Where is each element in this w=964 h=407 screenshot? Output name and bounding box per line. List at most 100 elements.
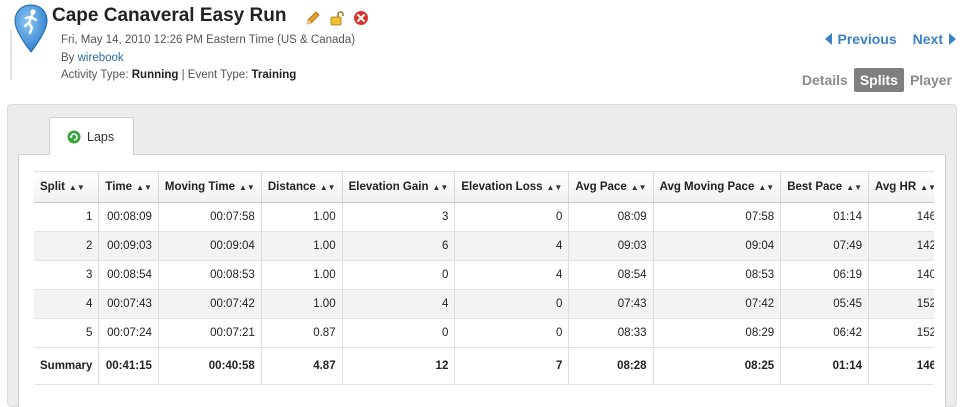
- table-row: 1 00:08:09 00:07:58 1.00 3 0 08:09 07:58 01:14 14…: [34, 202, 934, 232]
- table-row: 3 00:08:54 00:08:53 1.00 0 4 08:54 08:53 06:19 14…: [34, 260, 934, 290]
- table-cell: 0: [454, 289, 570, 319]
- runner-map-pin-icon: [14, 4, 48, 53]
- close-icon[interactable]: [353, 10, 369, 26]
- sort-arrows-icon: ▲▼: [238, 183, 255, 192]
- column-header[interactable]: Elevation Gain ▲▼: [342, 171, 456, 203]
- column-header-label: Avg HR: [875, 181, 917, 193]
- lock-icon[interactable]: [329, 10, 345, 26]
- summary-cell: 146: [868, 347, 934, 385]
- column-header-label: Avg Moving Pace: [659, 181, 755, 193]
- summary-cell: 08:28: [568, 347, 654, 385]
- summary-cell: 08:25: [653, 347, 782, 385]
- table-cell: 4: [342, 289, 456, 319]
- column-header[interactable]: Best Pace ▲▼: [780, 171, 870, 203]
- table-cell: 0: [454, 318, 570, 348]
- table-cell: 0: [454, 202, 570, 232]
- previous-label: Previous: [837, 31, 897, 47]
- sort-arrows-icon: ▲▼: [846, 183, 863, 192]
- activity-datetime: Fri, May 14, 2010 12:26 PM Eastern Time …: [61, 34, 356, 46]
- table-cell: 07:58: [653, 202, 782, 232]
- summary-cell: 7: [454, 347, 570, 385]
- table-cell: 07:49: [780, 231, 870, 261]
- next-button[interactable]: Next: [913, 31, 956, 47]
- table-cell: 00:09:03: [98, 231, 159, 261]
- column-header[interactable]: Avg Pace ▲▼: [568, 171, 654, 203]
- column-header-label: Split: [40, 181, 65, 193]
- view-player[interactable]: Player: [904, 68, 958, 92]
- table-cell: 00:07:24: [98, 318, 159, 348]
- column-header[interactable]: Split ▲▼: [34, 171, 100, 203]
- table-cell: 01:14: [780, 202, 870, 232]
- activity-types: Activity Type: Running | Event Type: Tra…: [61, 69, 296, 81]
- table-cell: 1.00: [261, 289, 343, 319]
- table-cell: 00:07:43: [98, 289, 159, 319]
- activity-title: Cape Canaveral Easy Run: [52, 5, 287, 26]
- author-link[interactable]: wirebook: [78, 52, 124, 64]
- sort-arrows-icon: ▲▼: [758, 183, 775, 192]
- table-body: 1 00:08:09 00:07:58 1.00 3 0 08:09 07:58 01:14 14…: [34, 202, 934, 348]
- table-cell: 07:42: [653, 289, 782, 319]
- table-cell: 4: [34, 289, 100, 319]
- view-splits[interactable]: Splits: [853, 68, 904, 92]
- view-details[interactable]: Details: [796, 68, 854, 92]
- summary-cell: 00:40:58: [158, 347, 262, 385]
- table-cell: 08:53: [653, 260, 782, 290]
- activity-byline: By wirebook: [61, 52, 124, 64]
- column-header-label: Time: [105, 181, 133, 193]
- previous-button[interactable]: Previous: [824, 31, 897, 47]
- tab-laps-label: Laps: [87, 129, 115, 144]
- table-cell: 4: [454, 260, 570, 290]
- column-header[interactable]: Avg Moving Pace ▲▼: [653, 171, 782, 203]
- table-cell: 1.00: [261, 231, 343, 261]
- tab-laps[interactable]: Laps: [49, 117, 134, 155]
- view-switcher: Details Splits Player: [796, 68, 958, 92]
- table-cell: 08:09: [568, 202, 654, 232]
- table-cell: 0: [342, 260, 456, 290]
- activity-type-value: Running: [131, 69, 179, 81]
- arrow-left-icon: [824, 33, 832, 45]
- column-header[interactable]: Elevation Loss ▲▼: [454, 171, 570, 203]
- table-cell: 152: [868, 318, 934, 348]
- table-cell: 00:07:58: [158, 202, 262, 232]
- table-cell: 09:04: [653, 231, 782, 261]
- table-row: 5 00:07:24 00:07:21 0.87 0 0 08:33 08:29 06:42 15…: [34, 318, 934, 348]
- summary-cell: 4.87: [261, 347, 343, 385]
- event-type-label: Event Type:: [187, 69, 249, 81]
- column-header-label: Elevation Gain: [348, 181, 429, 193]
- table-cell: 140: [868, 260, 934, 290]
- column-header[interactable]: Time ▲▼: [98, 171, 159, 203]
- table-cell: 152: [868, 289, 934, 319]
- pencil-icon[interactable]: [305, 10, 321, 26]
- sort-arrows-icon: ▲▼: [432, 183, 449, 192]
- laps-content: Split ▲▼ Time ▲▼ Moving Time ▲▼ Distance ▲▼ Elev…: [18, 154, 946, 407]
- table-cell: 0: [342, 318, 456, 348]
- activity-pager: Previous Next: [824, 31, 956, 47]
- summary-cell: 12: [342, 347, 456, 385]
- column-header[interactable]: Moving Time ▲▼: [158, 171, 262, 203]
- table-cell: 00:07:42: [158, 289, 262, 319]
- table-cell: 3: [34, 260, 100, 290]
- table-cell: 2: [34, 231, 100, 261]
- by-label: By: [61, 52, 75, 64]
- table-cell: 00:07:21: [158, 318, 262, 348]
- sort-arrows-icon: ▲▼: [136, 183, 152, 192]
- type-separator: |: [181, 69, 185, 81]
- column-header-label: Elevation Loss: [461, 181, 543, 193]
- summary-cell: 00:41:15: [98, 347, 159, 385]
- table-cell: 06:19: [780, 260, 870, 290]
- table-cell: 00:08:53: [158, 260, 262, 290]
- column-header-label: Distance: [267, 181, 316, 193]
- table-cell: 06:42: [780, 318, 870, 348]
- refresh-icon: [67, 130, 81, 143]
- table-cell: 1: [34, 202, 100, 232]
- table-cell: 05:45: [780, 289, 870, 319]
- event-type-value: Training: [251, 69, 297, 81]
- splits-table: Split ▲▼ Time ▲▼ Moving Time ▲▼ Distance ▲▼ Elev…: [34, 171, 934, 385]
- column-header-label: Avg Pace: [575, 181, 627, 193]
- column-header[interactable]: Distance ▲▼: [261, 171, 343, 203]
- column-header-label: Best Pace: [787, 181, 843, 193]
- column-header[interactable]: Avg HR▲▼: [868, 171, 934, 203]
- table-cell: 1.00: [261, 202, 343, 232]
- table-cell: 00:08:54: [98, 260, 159, 290]
- sort-arrows-icon: ▲▼: [68, 183, 85, 192]
